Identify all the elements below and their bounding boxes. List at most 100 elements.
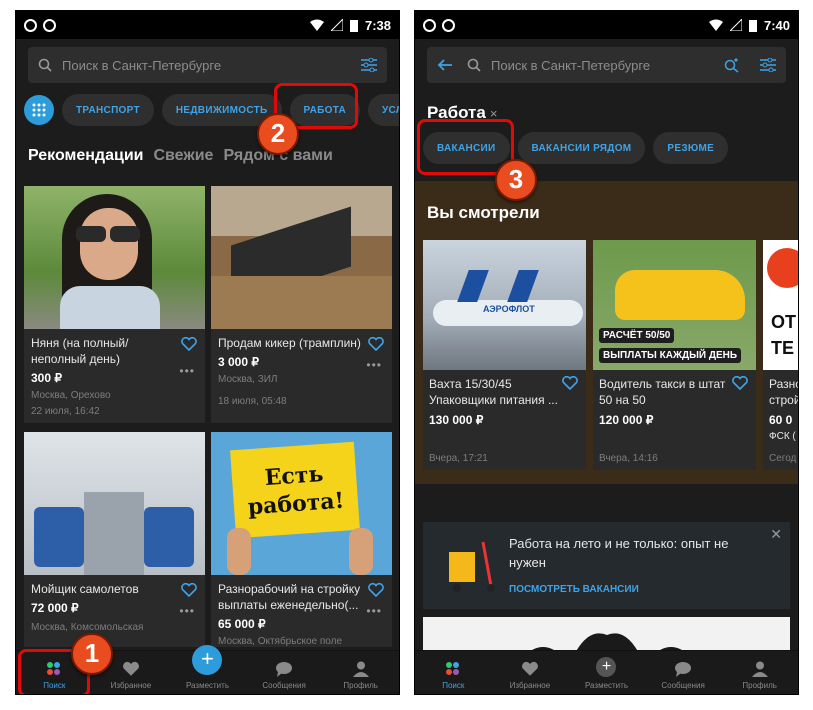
listing-card[interactable]: Мойщик самолетов 72 000 ₽ ••• Москва, Ко… bbox=[24, 432, 205, 647]
listing-photo bbox=[24, 432, 205, 575]
more-icon[interactable]: ••• bbox=[366, 604, 382, 618]
nav-label: Избранное bbox=[110, 681, 152, 690]
favorite-icon[interactable] bbox=[368, 337, 384, 351]
saved-search-icon[interactable] bbox=[724, 57, 740, 73]
battery-icon bbox=[349, 19, 358, 32]
more-icon[interactable]: ••• bbox=[179, 364, 195, 378]
search-icon bbox=[467, 58, 481, 72]
chip-transport[interactable]: ТРАНСПОРТ bbox=[62, 94, 154, 126]
chip-resume[interactable]: РЕЗЮМЕ bbox=[653, 132, 729, 164]
plus-icon: + bbox=[192, 645, 223, 675]
search-input[interactable]: Поиск в Санкт-Петербурге bbox=[28, 47, 387, 83]
nav-messages[interactable]: Сообщения bbox=[246, 651, 323, 694]
listing-title: Продам кикер (трамплин) bbox=[218, 336, 361, 350]
more-icon[interactable]: ••• bbox=[179, 604, 195, 618]
listing-location: Москва, Октябрьское поле bbox=[218, 636, 342, 647]
bottom-nav: Поиск Избранное + Разместить Сообщения П… bbox=[415, 650, 798, 694]
listing-date: 18 июля, 05:48 bbox=[218, 396, 287, 407]
close-icon[interactable]: ✕ bbox=[770, 526, 782, 543]
step-badge: 1 bbox=[71, 633, 113, 675]
step-badge: 2 bbox=[257, 113, 299, 155]
viewed-card[interactable]: АЭРОФЛОТ Вахта 15/30/45 Упаковщики питан… bbox=[423, 240, 586, 470]
search-placeholder: Поиск в Санкт-Петербурге bbox=[491, 57, 651, 73]
step-badge: 3 bbox=[495, 159, 537, 201]
chip-vacancies-nearby[interactable]: ВАКАНСИИ РЯДОМ bbox=[517, 132, 646, 164]
nav-label: Профиль bbox=[343, 681, 378, 690]
profile-icon bbox=[352, 661, 369, 677]
nav-post[interactable]: + Разместить bbox=[568, 651, 645, 694]
nav-label: Разместить bbox=[185, 681, 229, 690]
viewed-card[interactable]: РАСЧЁТ 50/50 ВЫПЛАТЫ КАЖДЫЙ ДЕНЬ Водител… bbox=[593, 240, 756, 470]
listing-photo: Есть работа! bbox=[211, 432, 392, 575]
listing-title: Разнорабочий на стройку выплаты еженедел… bbox=[218, 582, 361, 612]
listing-card[interactable]: Продам кикер (трамплин) 3 000 ₽ ••• Моск… bbox=[211, 186, 392, 423]
favorite-icon[interactable] bbox=[181, 583, 197, 597]
more-icon[interactable]: ••• bbox=[366, 358, 382, 372]
filter-icon[interactable] bbox=[361, 58, 377, 72]
wifi-icon bbox=[708, 19, 723, 31]
sign-text: работа! bbox=[246, 487, 346, 521]
photo-label: РАСЧЁТ 50/50 bbox=[599, 328, 675, 343]
section-title: Вы смотрели bbox=[427, 203, 540, 222]
view-vacancies-link[interactable]: ПОСМОТРЕТЬ ВАКАНСИИ bbox=[509, 584, 639, 595]
back-arrow-icon[interactable] bbox=[437, 58, 453, 72]
opera-icon bbox=[24, 18, 37, 32]
listing-location: Москва, Орехово bbox=[31, 390, 111, 401]
filter-icon[interactable] bbox=[760, 58, 776, 72]
favorite-icon[interactable] bbox=[181, 337, 197, 351]
nav-label: Сообщения bbox=[262, 681, 306, 690]
search-nav-icon bbox=[446, 662, 460, 675]
favorite-icon[interactable] bbox=[368, 583, 384, 597]
status-bar: 7:38 bbox=[16, 11, 399, 39]
photo-label: ВЫПЛАТЫ КАЖДЫЙ ДЕНЬ bbox=[599, 348, 742, 363]
nav-profile[interactable]: Профиль bbox=[322, 651, 399, 694]
listing-title: Няня (на полный/ неполный день) bbox=[31, 336, 129, 366]
listing-card[interactable]: Есть работа! Разнорабочий на стройку вып… bbox=[211, 432, 392, 647]
sign-text: Есть bbox=[263, 461, 325, 492]
heart-icon bbox=[122, 661, 139, 676]
heart-icon bbox=[521, 661, 538, 676]
opera-icon bbox=[423, 18, 436, 32]
sync-icon bbox=[442, 18, 455, 32]
listing-photo: РАСЧЁТ 50/50 ВЫПЛАТЫ КАЖДЫЙ ДЕНЬ bbox=[593, 240, 756, 370]
chat-icon bbox=[675, 662, 692, 677]
search-icon bbox=[38, 58, 52, 72]
nav-favorites[interactable]: Избранное bbox=[492, 651, 569, 694]
nav-search[interactable]: Поиск bbox=[415, 651, 492, 694]
phone-screen-left: 7:38 Поиск в Санкт-Петербурге ТРАНСПОРТ … bbox=[15, 10, 400, 695]
sign-board: Есть работа! bbox=[230, 441, 360, 539]
listing-date: 22 июля, 16:42 bbox=[31, 406, 100, 417]
listing-photo: АЭРОФЛОТ bbox=[423, 240, 586, 370]
listing-price: 3 000 ₽ bbox=[218, 355, 259, 369]
delivery-scooter-icon bbox=[449, 541, 495, 592]
nav-label: Избранное bbox=[509, 681, 551, 690]
signal-icon bbox=[330, 19, 343, 31]
chip-services[interactable]: УСЛУ bbox=[368, 94, 399, 126]
listing-card[interactable]: Няня (на полный/ неполный день) 300 ₽ ••… bbox=[24, 186, 205, 423]
listing-photo: ОТ ТЕ bbox=[763, 240, 798, 370]
battery-icon bbox=[748, 19, 757, 32]
nav-messages[interactable]: Сообщения bbox=[645, 651, 722, 694]
viewed-card[interactable]: ОТ ТЕ Разно строй 60 0 ФСК ( Сегод bbox=[763, 240, 798, 470]
listing-price: 120 000 ₽ bbox=[599, 413, 654, 427]
nav-post[interactable]: + Разместить bbox=[169, 645, 246, 694]
favorite-icon[interactable] bbox=[562, 376, 578, 390]
nav-label: Сообщения bbox=[661, 681, 705, 690]
listing-photo bbox=[211, 186, 392, 329]
profile-icon bbox=[751, 661, 768, 677]
tab-fresh[interactable]: Свежие bbox=[154, 147, 214, 165]
nav-label: Поиск bbox=[442, 681, 465, 690]
listing-title: Мойщик самолетов bbox=[31, 582, 139, 596]
nav-profile[interactable]: Профиль bbox=[721, 651, 798, 694]
wifi-icon bbox=[309, 19, 324, 31]
listing-price: 60 0 bbox=[769, 413, 793, 427]
viewed-section: Вы смотрели АЭРОФЛОТ Вахта 15/30/45 Упак… bbox=[415, 181, 798, 484]
tab-recommendations[interactable]: Рекомендации bbox=[28, 147, 144, 165]
all-categories-button[interactable] bbox=[24, 95, 54, 125]
favorite-icon[interactable] bbox=[732, 376, 748, 390]
search-input[interactable]: Поиск в Санкт-Петербурге bbox=[427, 47, 786, 83]
clock: 7:38 bbox=[364, 17, 391, 33]
photo-text: ТЕ bbox=[771, 338, 795, 358]
promo-banner: Работа на лето и не только: опыт не нуже… bbox=[423, 522, 790, 609]
listing-location: Москва, ЗИЛ bbox=[218, 374, 278, 385]
